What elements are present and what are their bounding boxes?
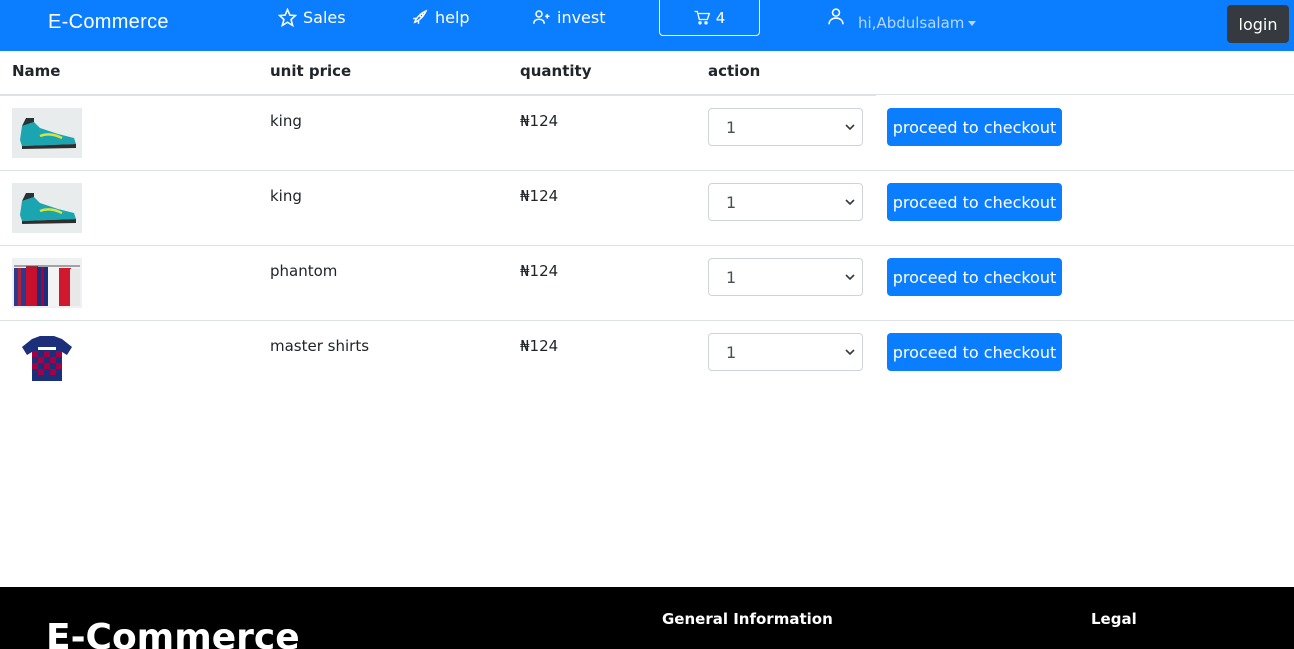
- user-dropdown[interactable]: hi,Abdulsalam: [858, 14, 977, 32]
- boot-thumbnail: [12, 183, 82, 233]
- chevron-down-icon: [845, 124, 855, 131]
- header-name: Name: [12, 62, 61, 80]
- caret-down-icon: [968, 20, 977, 26]
- header-unit-price: unit price: [270, 62, 352, 80]
- item-price: ₦124: [520, 337, 559, 355]
- quantity-select[interactable]: 1: [708, 333, 863, 371]
- quantity-value: 1: [726, 342, 737, 362]
- footer-legal-heading: Legal: [1091, 610, 1137, 628]
- login-button[interactable]: login: [1227, 5, 1289, 43]
- star-icon: [278, 7, 297, 27]
- cart-icon: [694, 10, 710, 25]
- jerseys-thumbnail: [12, 258, 82, 308]
- item-price: ₦124: [520, 187, 559, 205]
- chevron-down-icon: [845, 199, 855, 206]
- item-name: master shirts: [270, 337, 370, 355]
- rocket-icon: [413, 9, 428, 24]
- cart-button[interactable]: 4: [659, 0, 760, 36]
- cart-count: 4: [715, 8, 726, 27]
- item-price: ₦124: [520, 112, 559, 130]
- table-row: master shirts ₦124 1 proceed to checkout: [0, 321, 1294, 396]
- footer: E-Commerce General Information Legal: [0, 587, 1294, 649]
- table-row: phantom ₦124 1 proceed to checkout: [0, 246, 1294, 321]
- boot-thumbnail: [12, 108, 82, 158]
- chevron-down-icon: [845, 349, 855, 356]
- quantity-value: 1: [726, 267, 737, 287]
- checkout-button[interactable]: proceed to checkout: [887, 183, 1062, 221]
- user-greeting: hi,Abdulsalam: [858, 14, 965, 32]
- header-action: action: [708, 62, 761, 80]
- nav-sales[interactable]: Sales: [278, 6, 346, 28]
- table-row: king ₦124 1 proceed to checkout: [0, 171, 1294, 246]
- footer-brand: E-Commerce: [46, 617, 300, 649]
- quantity-select[interactable]: 1: [708, 258, 863, 296]
- brand-logo[interactable]: E-Commerce: [48, 11, 169, 34]
- item-name: phantom: [270, 262, 338, 280]
- navbar: E-Commerce Sales help invest 4 hi,Abduls…: [0, 0, 1294, 51]
- nav-help[interactable]: help: [411, 6, 470, 28]
- nav-invest-label: invest: [557, 7, 606, 27]
- quantity-select[interactable]: 1: [708, 183, 863, 221]
- quantity-value: 1: [726, 192, 737, 212]
- shirt-thumbnail: [12, 333, 82, 383]
- quantity-value: 1: [726, 117, 737, 137]
- chevron-down-icon: [845, 274, 855, 281]
- header-quantity: quantity: [520, 62, 592, 80]
- footer-general-info-heading: General Information: [662, 610, 833, 628]
- item-price: ₦124: [520, 262, 559, 280]
- nav-help-label: help: [435, 7, 470, 27]
- item-name: king: [270, 112, 302, 130]
- table-row: king ₦124 1 proceed to checkout: [0, 96, 1294, 171]
- add-user-icon: [533, 10, 550, 24]
- header-divider: [876, 94, 1294, 95]
- item-name: king: [270, 187, 302, 205]
- checkout-button[interactable]: proceed to checkout: [887, 333, 1062, 371]
- nav-sales-label: Sales: [303, 7, 346, 27]
- checkout-button[interactable]: proceed to checkout: [887, 258, 1062, 296]
- checkout-button[interactable]: proceed to checkout: [887, 108, 1062, 146]
- quantity-select[interactable]: 1: [708, 108, 863, 146]
- nav-invest[interactable]: invest: [533, 6, 606, 28]
- user-icon: [828, 8, 844, 25]
